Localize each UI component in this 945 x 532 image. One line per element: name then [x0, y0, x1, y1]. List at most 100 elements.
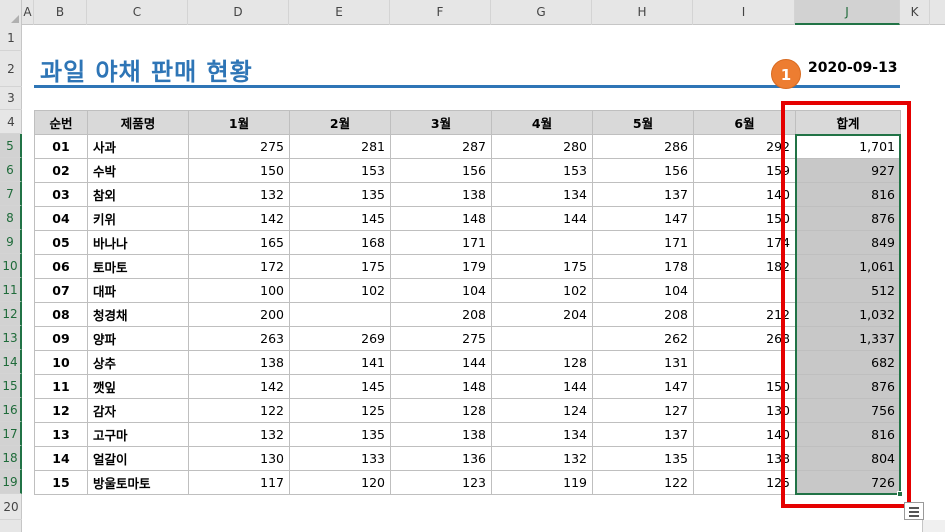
- month-value-cell[interactable]: 130: [188, 446, 290, 471]
- column-header-j[interactable]: J: [795, 0, 900, 25]
- month-value-cell[interactable]: 123: [390, 470, 492, 495]
- month-value-cell[interactable]: 147: [592, 374, 694, 399]
- product-name-cell[interactable]: 감자: [87, 398, 189, 423]
- product-name-cell[interactable]: 얼갈이: [87, 446, 189, 471]
- month-value-cell[interactable]: 172: [188, 254, 290, 279]
- row-header[interactable]: 20: [0, 494, 22, 520]
- month-value-cell[interactable]: 171: [390, 230, 492, 255]
- month-value-cell[interactable]: 156: [390, 158, 492, 183]
- row-header[interactable]: 5: [0, 134, 22, 158]
- row-header[interactable]: 16: [0, 398, 22, 422]
- month-value-cell[interactable]: 104: [390, 278, 492, 303]
- column-header-cell[interactable]: 1월: [188, 110, 290, 135]
- product-name-cell[interactable]: 참외: [87, 182, 189, 207]
- month-value-cell[interactable]: 262: [592, 326, 694, 351]
- seq-cell[interactable]: 15: [34, 470, 88, 495]
- month-value-cell[interactable]: 122: [188, 398, 290, 423]
- column-header-h[interactable]: H: [592, 0, 693, 25]
- product-name-cell[interactable]: 바나나: [87, 230, 189, 255]
- month-value-cell[interactable]: 171: [592, 230, 694, 255]
- month-value-cell[interactable]: 153: [491, 158, 593, 183]
- product-name-cell[interactable]: 고구마: [87, 422, 189, 447]
- row-header[interactable]: 1: [0, 25, 22, 51]
- month-value-cell[interactable]: 286: [592, 134, 694, 159]
- month-value-cell[interactable]: 178: [592, 254, 694, 279]
- month-value-cell[interactable]: 125: [289, 398, 391, 423]
- month-value-cell[interactable]: 102: [491, 278, 593, 303]
- month-value-cell[interactable]: 124: [491, 398, 593, 423]
- row-header[interactable]: 8: [0, 206, 22, 230]
- seq-cell[interactable]: 04: [34, 206, 88, 231]
- row-header[interactable]: 7: [0, 182, 22, 206]
- month-value-cell[interactable]: 100: [188, 278, 290, 303]
- row-header[interactable]: 10: [0, 254, 22, 278]
- column-header-cell[interactable]: 3월: [390, 110, 492, 135]
- row-header[interactable]: 15: [0, 374, 22, 398]
- month-value-cell[interactable]: 281: [289, 134, 391, 159]
- month-value-cell[interactable]: 208: [592, 302, 694, 327]
- month-value-cell[interactable]: 275: [188, 134, 290, 159]
- column-header-cell[interactable]: 제품명: [87, 110, 189, 135]
- seq-cell[interactable]: 07: [34, 278, 88, 303]
- month-value-cell[interactable]: 122: [592, 470, 694, 495]
- product-name-cell[interactable]: 방울토마토: [87, 470, 189, 495]
- month-value-cell[interactable]: 102: [289, 278, 391, 303]
- seq-cell[interactable]: 09: [34, 326, 88, 351]
- column-header-d[interactable]: D: [188, 0, 289, 25]
- column-header-cell[interactable]: 4월: [491, 110, 593, 135]
- month-value-cell[interactable]: 280: [491, 134, 593, 159]
- month-value-cell[interactable]: 135: [289, 422, 391, 447]
- month-value-cell[interactable]: 263: [188, 326, 290, 351]
- month-value-cell[interactable]: 132: [188, 182, 290, 207]
- column-header-f[interactable]: F: [390, 0, 491, 25]
- month-value-cell[interactable]: 148: [390, 374, 492, 399]
- month-value-cell[interactable]: 120: [289, 470, 391, 495]
- product-name-cell[interactable]: 깻잎: [87, 374, 189, 399]
- month-value-cell[interactable]: 144: [491, 206, 593, 231]
- month-value-cell[interactable]: 145: [289, 206, 391, 231]
- month-value-cell[interactable]: 142: [188, 206, 290, 231]
- month-value-cell[interactable]: 141: [289, 350, 391, 375]
- column-header-b[interactable]: B: [34, 0, 87, 25]
- month-value-cell[interactable]: 134: [491, 182, 593, 207]
- seq-cell[interactable]: 05: [34, 230, 88, 255]
- product-name-cell[interactable]: 사과: [87, 134, 189, 159]
- month-value-cell[interactable]: 269: [289, 326, 391, 351]
- month-value-cell[interactable]: 148: [390, 206, 492, 231]
- month-value-cell[interactable]: 127: [592, 398, 694, 423]
- report-date[interactable]: 2020-09-13: [808, 60, 898, 76]
- row-header[interactable]: 3: [0, 87, 22, 110]
- column-header-g[interactable]: G: [491, 0, 592, 25]
- month-value-cell[interactable]: 138: [390, 422, 492, 447]
- month-value-cell[interactable]: 138: [390, 182, 492, 207]
- product-name-cell[interactable]: 대파: [87, 278, 189, 303]
- month-value-cell[interactable]: 132: [491, 446, 593, 471]
- row-header[interactable]: 11: [0, 278, 22, 302]
- column-header-i[interactable]: I: [693, 0, 795, 25]
- product-name-cell[interactable]: 양파: [87, 326, 189, 351]
- month-value-cell[interactable]: 165: [188, 230, 290, 255]
- row-header[interactable]: 19: [0, 470, 22, 494]
- row-header[interactable]: 17: [0, 422, 22, 446]
- month-value-cell[interactable]: 135: [592, 446, 694, 471]
- month-value-cell[interactable]: 137: [592, 422, 694, 447]
- month-value-cell[interactable]: 142: [188, 374, 290, 399]
- month-value-cell[interactable]: 204: [491, 302, 593, 327]
- month-value-cell[interactable]: 200: [188, 302, 290, 327]
- month-value-cell[interactable]: 135: [289, 182, 391, 207]
- product-name-cell[interactable]: 토마토: [87, 254, 189, 279]
- month-value-cell[interactable]: 145: [289, 374, 391, 399]
- month-value-cell[interactable]: 134: [491, 422, 593, 447]
- month-value-cell[interactable]: 208: [390, 302, 492, 327]
- fill-handle[interactable]: [897, 491, 903, 497]
- month-value-cell[interactable]: 175: [289, 254, 391, 279]
- row-header[interactable]: 2: [0, 51, 22, 87]
- row-header[interactable]: 14: [0, 350, 22, 374]
- month-value-cell[interactable]: 132: [188, 422, 290, 447]
- month-value-cell[interactable]: 144: [390, 350, 492, 375]
- column-header-cell[interactable]: 2월: [289, 110, 391, 135]
- column-header-k[interactable]: K: [900, 0, 930, 25]
- month-value-cell[interactable]: 119: [491, 470, 593, 495]
- row-header[interactable]: 13: [0, 326, 22, 350]
- month-value-cell[interactable]: 275: [390, 326, 492, 351]
